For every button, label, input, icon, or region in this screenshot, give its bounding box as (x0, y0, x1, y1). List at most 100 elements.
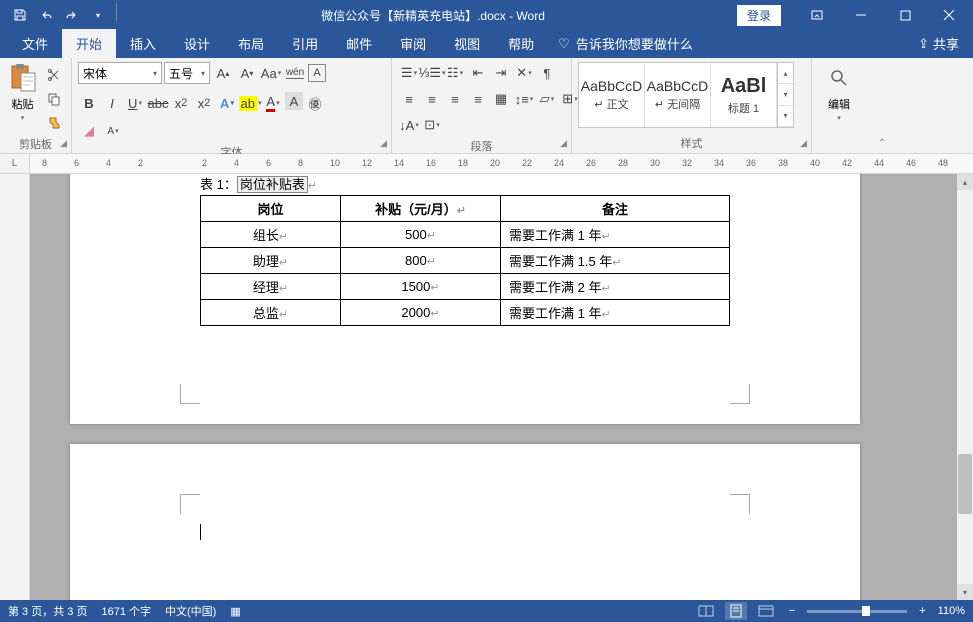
tab-view[interactable]: 视图 (440, 29, 494, 58)
style-nospacing[interactable]: AaBbCcD ↵ 无间隔 (645, 63, 711, 127)
font-size-combo[interactable]: 五号▾ (164, 62, 210, 84)
tab-selector[interactable]: L (0, 154, 30, 173)
maximize-button[interactable] (885, 1, 925, 29)
scroll-down-button[interactable]: ▾ (957, 584, 973, 600)
table-caption[interactable]: 表 1：岗位补贴表↵ (200, 174, 730, 193)
styles-down-button[interactable]: ▾ (778, 84, 793, 105)
language-status[interactable]: 中文(中国) (165, 603, 216, 619)
clipboard-launcher[interactable]: ◢ (60, 138, 67, 149)
shrink-font-button[interactable]: A▾ (236, 62, 258, 84)
allowance-table[interactable]: 岗位 补贴（元/月）↵ 备注 组长↵500↵需要工作满 1 年↵ 助理↵800↵… (200, 195, 730, 326)
close-button[interactable] (929, 1, 969, 29)
align-left-button[interactable]: ≡ (398, 88, 420, 110)
sort-button[interactable]: ↓A (398, 114, 420, 136)
justify-button[interactable]: ≡ (467, 88, 489, 110)
shading-button[interactable]: ▱ (536, 88, 558, 110)
styles-more-button[interactable]: ▾ (778, 106, 793, 127)
page-corner (730, 494, 750, 514)
highlight-button[interactable]: ab (239, 92, 261, 114)
snap-grid-button[interactable]: ⊡ (421, 114, 443, 136)
align-right-button[interactable]: ≡ (444, 88, 466, 110)
paste-button[interactable]: 粘贴 ▾ (6, 62, 39, 122)
minimize-button[interactable] (841, 1, 881, 29)
print-layout-button[interactable] (725, 602, 747, 620)
paragraph-launcher[interactable]: ◢ (560, 138, 567, 149)
share-button[interactable]: ⇪ 共享 (904, 29, 973, 58)
page-number-status[interactable]: 第 3 页，共 3 页 (8, 603, 87, 619)
font-color-button[interactable]: A (262, 92, 284, 114)
redo-button[interactable] (60, 3, 84, 27)
tab-mailings[interactable]: 邮件 (332, 29, 386, 58)
styles-launcher[interactable]: ◢ (800, 138, 807, 149)
increase-indent-button[interactable]: ⇥ (490, 62, 512, 84)
superscript-button[interactable]: x2 (193, 92, 215, 114)
bullets-button[interactable]: ☰ (398, 62, 420, 84)
cut-button[interactable] (43, 64, 65, 86)
copy-button[interactable] (43, 88, 65, 110)
web-layout-button[interactable] (755, 602, 777, 620)
tab-design[interactable]: 设计 (170, 29, 224, 58)
distribute-button[interactable]: ▦ (490, 88, 512, 110)
change-case-button[interactable]: Aa (260, 62, 282, 84)
ime-button[interactable]: A (102, 120, 124, 142)
tab-references[interactable]: 引用 (278, 29, 332, 58)
style-normal[interactable]: AaBbCcD ↵ 正文 (579, 63, 645, 127)
text-effects-button[interactable]: A (216, 92, 238, 114)
tab-help[interactable]: 帮助 (494, 29, 548, 58)
zoom-thumb[interactable] (862, 606, 870, 616)
align-center-button[interactable]: ≡ (421, 88, 443, 110)
italic-button[interactable]: I (101, 92, 123, 114)
zoom-in-button[interactable]: + (915, 605, 929, 617)
zoom-level[interactable]: 110% (938, 605, 965, 617)
undo-button[interactable] (34, 3, 58, 27)
line-spacing-button[interactable]: ↕≡ (513, 88, 535, 110)
asian-layout-button[interactable]: ✕ (513, 62, 535, 84)
font-launcher[interactable]: ◢ (380, 138, 387, 149)
tab-review[interactable]: 审阅 (386, 29, 440, 58)
zoom-slider[interactable] (807, 610, 907, 613)
macro-icon[interactable]: ▦ (230, 605, 240, 618)
clear-format-button[interactable]: ◢ (78, 120, 100, 142)
qat-customize[interactable]: ▾ (86, 3, 110, 27)
multilevel-button[interactable]: ☷ (444, 62, 466, 84)
vertical-ruler[interactable] (0, 174, 30, 600)
tab-layout[interactable]: 布局 (224, 29, 278, 58)
word-count-status[interactable]: 1671 个字 (101, 603, 151, 619)
title-bar: ▾ 微信公众号【新精英充电站】.docx - Word 登录 (0, 0, 973, 30)
page-3-bottom[interactable] (70, 444, 860, 600)
style-heading1[interactable]: AaBl 标题 1 (711, 63, 777, 127)
scroll-up-button[interactable]: ▴ (957, 174, 973, 190)
numbering-button[interactable]: ⅓☰ (421, 62, 443, 84)
editing-button[interactable]: 编辑 ▾ (818, 62, 860, 122)
read-mode-button[interactable] (695, 602, 717, 620)
strikethrough-button[interactable]: abc (147, 92, 169, 114)
page-3-top[interactable]: 表 1：岗位补贴表↵ 岗位 补贴（元/月）↵ 备注 组长↵500↵需要工作满 1… (70, 174, 860, 424)
zoom-out-button[interactable]: − (785, 605, 799, 617)
tab-file[interactable]: 文件 (8, 29, 62, 58)
tab-home[interactable]: 开始 (62, 29, 116, 58)
underline-button[interactable]: U (124, 92, 146, 114)
ribbon-options-button[interactable] (797, 1, 837, 29)
document-scroll[interactable]: 表 1：岗位补贴表↵ 岗位 补贴（元/月）↵ 备注 组长↵500↵需要工作满 1… (30, 174, 973, 600)
show-marks-button[interactable]: ¶ (536, 62, 558, 84)
font-name-combo[interactable]: 宋体▾ (78, 62, 162, 84)
horizontal-ruler[interactable]: 8642246810121416182022242628303234363840… (30, 154, 973, 173)
phonetic-guide-button[interactable]: wén (284, 62, 306, 84)
collapse-ribbon-button[interactable]: ⌃ (878, 138, 886, 149)
enclose-char-button[interactable]: ㊝ (304, 92, 326, 114)
format-painter-button[interactable] (43, 112, 65, 134)
subscript-button[interactable]: x2 (170, 92, 192, 114)
bold-button[interactable]: B (78, 92, 100, 114)
tab-insert[interactable]: 插入 (116, 29, 170, 58)
grow-font-button[interactable]: A▴ (212, 62, 234, 84)
styles-gallery[interactable]: AaBbCcD ↵ 正文 AaBbCcD ↵ 无间隔 AaBl 标题 1 ▴ ▾… (578, 62, 794, 128)
char-border-button[interactable]: A (308, 64, 326, 82)
login-button[interactable]: 登录 (737, 5, 781, 26)
vertical-scrollbar[interactable]: ▴ ▾ (957, 174, 973, 600)
char-shading-button[interactable]: A (285, 92, 303, 110)
save-button[interactable] (8, 3, 32, 27)
scroll-thumb[interactable] (958, 454, 972, 514)
tell-me-search[interactable]: ♡ 告诉我你想要做什么 (548, 29, 703, 58)
styles-up-button[interactable]: ▴ (778, 63, 793, 84)
decrease-indent-button[interactable]: ⇤ (467, 62, 489, 84)
